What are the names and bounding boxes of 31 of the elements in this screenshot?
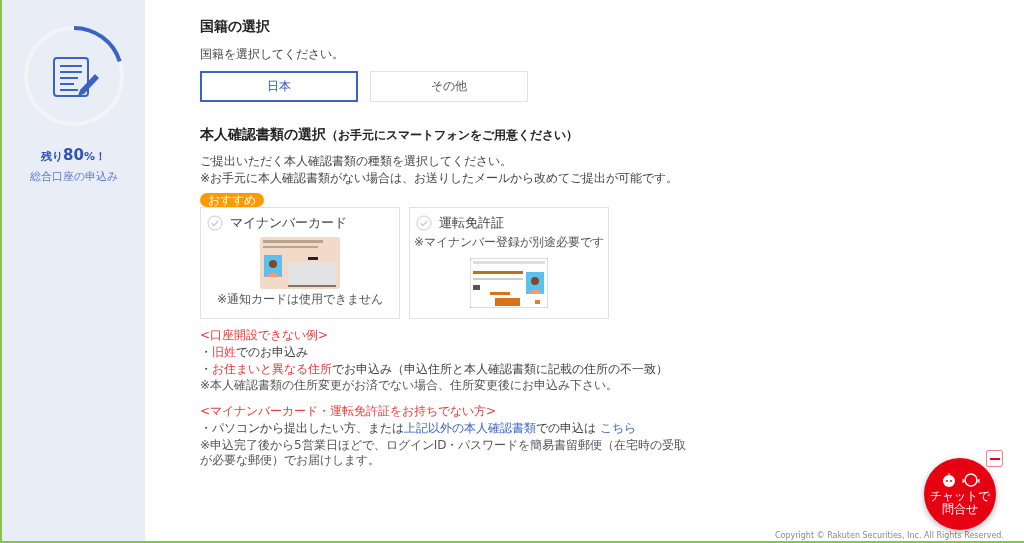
here-link[interactable]: こちら [599, 420, 636, 435]
recommended-badge: おすすめ [200, 193, 264, 208]
bullet-text: ・お住まいと異なる住所でお申込み（申込住所と本人確認書類に記載の住所の不一致） [200, 361, 669, 378]
nationality-option[interactable]: 日本 [200, 71, 358, 102]
notice-heading: <口座開設できない例> [200, 327, 330, 345]
copyright-text: Copyright © Rakuten Securities, Inc. All Rights Reserved. [774, 531, 1005, 541]
document-option-card[interactable]: マイナンバーカード ※通知カードは使用できません [200, 207, 400, 320]
minus-icon [989, 457, 1000, 460]
instruction-text: ※お手元に本人確認書類がない場合は、お送りしたメールから改めてご提出が可能です。 [200, 170, 680, 187]
card-note: ※マイナンバー登録が別途必要です [413, 234, 605, 252]
document-pen-icon [52, 57, 99, 97]
instruction-text: ご提出いただく本人確認書類の種類を選択してください。 [200, 154, 513, 170]
application-subtitle: 総合口座の申込み [29, 169, 118, 184]
note-text: ※申込完了後から5営業日ほどで、ログインID・パスワードを簡易書留郵便（在宅時の受取が必要な郵便）でお届けします。 [200, 437, 688, 469]
minimize-button[interactable] [986, 450, 1003, 467]
section-heading: 国籍の選択 [200, 18, 271, 36]
check-circle-icon [416, 215, 432, 232]
card-title: 運転免許証 [439, 214, 504, 233]
chat-inquiry-button[interactable]: チャットで 問合せ [924, 458, 996, 530]
bullet-text: ・旧姓でのお申込み [200, 345, 309, 361]
nationality-option[interactable]: その他 [370, 71, 528, 102]
note-text: ※本人確認書類の住所変更がお済でない場合、住所変更後にお申込み下さい。 [200, 378, 620, 394]
notice-heading: <マイナンバーカード・運転免許証をお持ちでない方> [200, 402, 498, 420]
card-title: マイナンバーカード [230, 214, 347, 233]
instruction-text: 国籍を選択してください。 [200, 46, 345, 63]
check-circle-icon [207, 215, 223, 232]
document-option-card[interactable]: 運転免許証 ※マイナンバー登録が別途必要です [409, 207, 609, 320]
section-heading: 本人確認書類の選択（お手元にスマートフォンをご用意ください） [200, 126, 579, 144]
card-note: ※通知カードは使用できません [216, 291, 384, 309]
remaining-progress-text: 残り 80%！ [41, 146, 106, 164]
bullet-text: ・パソコンから提出したい方、または上記以外の本人確認書類での申込は こちら [200, 420, 637, 437]
